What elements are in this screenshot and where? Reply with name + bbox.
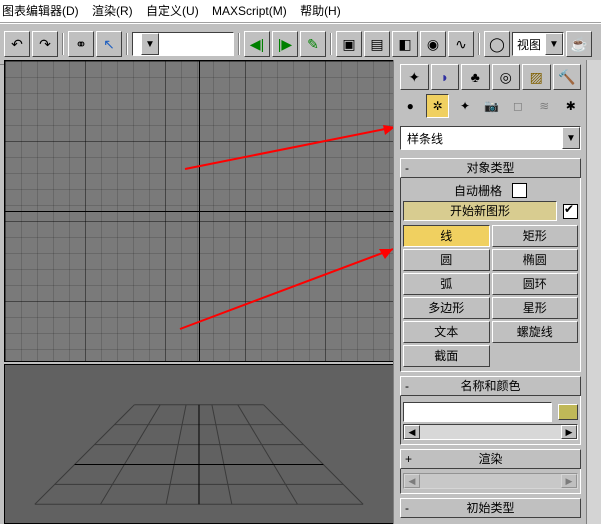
viewport-area	[0, 60, 394, 524]
main-toolbar: ↶ ↷ ⚭ ↖ ▼ ◀| |▶ ✎ ▣ ▤ ◧ ◉ ∿ ◯ 视图 ▼ ☕	[0, 23, 601, 65]
tab-motion[interactable]: ◎	[492, 64, 521, 90]
start-new-shape-button[interactable]: 开始新图形	[403, 201, 557, 221]
menu-maxscript[interactable]: MAXScript(M)	[212, 0, 287, 22]
tab-modify[interactable]: ◗	[431, 64, 460, 90]
autogrid-checkbox[interactable]	[512, 183, 527, 198]
shape-tool-grid: 线 矩形 圆 椭圆 弧 圆环 多边形 星形 文本 螺旋线 截面	[403, 225, 578, 367]
menu-help[interactable]: 帮助(H)	[300, 0, 341, 22]
rollup-init: -初始类型	[400, 498, 581, 518]
tab-utilities[interactable]: 🔨	[553, 64, 582, 90]
schematic-button[interactable]: ◧	[392, 31, 418, 57]
rollup-name-color: -名称和颜色 ◀▶	[400, 376, 581, 445]
rollup-object-type: -对象类型 自动栅格 开始新图形 线 矩形 圆 椭圆 弧 圆环	[400, 158, 581, 372]
cat-shapes[interactable]: ✲	[426, 94, 448, 118]
tool-section[interactable]: 截面	[403, 345, 490, 367]
cat-helpers[interactable]: ◻	[508, 95, 528, 117]
link-button[interactable]: ⚭	[68, 31, 94, 57]
undo-button[interactable]: ↶	[4, 31, 30, 57]
rollup-render: +渲染 ◀▶	[400, 449, 581, 494]
menu-bar: 图表编辑器(D) 渲染(R) 自定义(U) MAXScript(M) 帮助(H)	[0, 0, 601, 23]
curve-button[interactable]: ∿	[448, 31, 474, 57]
panel-scrollbar[interactable]	[586, 60, 601, 524]
render-setup-button[interactable]: ◯	[484, 31, 510, 57]
cat-systems[interactable]: ✱	[561, 95, 581, 117]
menu-render[interactable]: 渲染(R)	[92, 0, 133, 22]
tool-arc[interactable]: 弧	[403, 273, 490, 295]
rollup-header-object-type[interactable]: -对象类型	[400, 158, 581, 178]
viewport-perspective[interactable]	[4, 364, 394, 524]
view-combo[interactable]: 视图 ▼	[512, 32, 564, 56]
command-panel: ✦ ◗ ♣ ◎ ▨ 🔨 ● ✲ ✦ 📷 ◻ ≋ ✱ 样条线 ▼ -对象类型	[393, 60, 601, 524]
name-color-scrollbar[interactable]: ◀▶	[403, 424, 578, 440]
tool-donut[interactable]: 圆环	[492, 273, 579, 295]
create-category-row: ● ✲ ✦ 📷 ◻ ≋ ✱	[400, 94, 581, 118]
tool-line[interactable]: 线	[403, 225, 490, 247]
cat-cameras[interactable]: 📷	[481, 95, 501, 117]
shape-type-dropdown[interactable]: 样条线 ▼	[400, 126, 581, 150]
prev-key-button[interactable]: ◀|	[244, 31, 270, 57]
rollup-header-init[interactable]: -初始类型	[400, 498, 581, 518]
tool-text[interactable]: 文本	[403, 321, 490, 343]
paint-button[interactable]: ✎	[300, 31, 326, 57]
viewport-top[interactable]	[4, 60, 394, 362]
rollup-header-render[interactable]: +渲染	[400, 449, 581, 469]
tool-rectangle[interactable]: 矩形	[492, 225, 579, 247]
menu-custom[interactable]: 自定义(U)	[146, 0, 199, 22]
panel-tab-row: ✦ ◗ ♣ ◎ ▨ 🔨	[400, 64, 581, 90]
rollup-header-name-color[interactable]: -名称和颜色	[400, 376, 581, 396]
tool-circle[interactable]: 圆	[403, 249, 490, 271]
redo-button[interactable]: ↷	[32, 31, 58, 57]
material-button[interactable]: ◉	[420, 31, 446, 57]
cat-spacewarps[interactable]: ≋	[534, 95, 554, 117]
layers-button[interactable]: ▤	[364, 31, 390, 57]
select-arrow-button[interactable]: ↖	[96, 31, 122, 57]
tool-helix[interactable]: 螺旋线	[492, 321, 579, 343]
tab-hierarchy[interactable]: ♣	[461, 64, 490, 90]
object-color-swatch[interactable]	[558, 404, 578, 420]
perspective-grid	[5, 365, 393, 524]
tab-create[interactable]: ✦	[400, 64, 429, 90]
object-name-field[interactable]	[403, 402, 552, 422]
chevron-down-icon: ▼	[562, 127, 580, 149]
selection-filter-combo[interactable]: ▼	[132, 32, 234, 56]
quick-render-button[interactable]: ☕	[566, 31, 592, 57]
start-new-shape-checkbox[interactable]	[563, 204, 578, 219]
tool-ngon[interactable]: 多边形	[403, 297, 490, 319]
tab-display[interactable]: ▨	[522, 64, 551, 90]
tool-ellipse[interactable]: 椭圆	[492, 249, 579, 271]
autogrid-label: 自动栅格	[454, 182, 502, 199]
cat-geometry[interactable]: ●	[400, 95, 420, 117]
cat-lights[interactable]: ✦	[455, 95, 475, 117]
axis-vertical	[199, 61, 200, 361]
tool-star[interactable]: 星形	[492, 297, 579, 319]
align-button[interactable]: ▣	[336, 31, 362, 57]
next-key-button[interactable]: |▶	[272, 31, 298, 57]
render-scrollbar[interactable]: ◀▶	[403, 473, 578, 489]
menu-table-editor[interactable]: 图表编辑器(D)	[2, 0, 79, 22]
